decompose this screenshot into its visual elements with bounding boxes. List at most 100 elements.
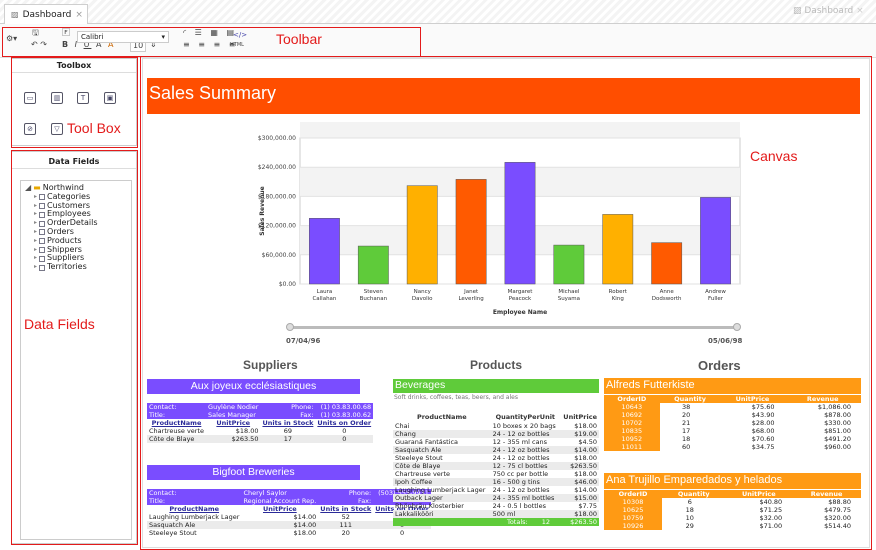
y-tick-label: $240,000.00 [258, 164, 296, 171]
supplier-fax-label: Fax: [358, 497, 372, 505]
table-cell: 10308 [604, 498, 663, 506]
table-cell: $15.00 [574, 494, 597, 502]
bar[interactable] [406, 185, 438, 285]
customer-name: Alfreds Futterkiste [604, 378, 861, 394]
column-header: ProductName [169, 505, 220, 513]
column-header: UnitPrice [216, 419, 251, 427]
products-table: ProductName QuantityPerUnit UnitPrice Chai 1… [393, 412, 599, 526]
bar[interactable] [553, 244, 585, 285]
close-icon[interactable]: × [75, 10, 83, 20]
toolbox-annotation: Tool Box [67, 120, 121, 136]
x-tick-label: Andrew [705, 289, 726, 295]
supplier-contact-label: Contact: [149, 403, 177, 411]
table-cell: $263.50 [231, 435, 259, 443]
table-row: Steeleye Stout $18.00 20 0 [147, 529, 431, 537]
column-header: UnitPrice [563, 413, 597, 421]
bar[interactable] [357, 245, 389, 285]
table-cell: $14.00 [293, 513, 317, 521]
toolbar-highlight [2, 27, 421, 57]
x-tick-label: Laura [317, 289, 333, 295]
x-tick-label: Dodsworth [652, 296, 682, 302]
table-cell: 17 [681, 427, 691, 435]
supplier-name: Bigfoot Breweries [147, 465, 360, 480]
column-header: Revenue [806, 395, 839, 403]
table-cell: Côte de Blaye [149, 435, 195, 443]
table-cell: 0 [342, 435, 347, 443]
column-header: UnitPrice [735, 395, 770, 403]
table-cell: $960.00 [824, 443, 851, 451]
tab-ghost: ▨ Dashboard × [793, 6, 864, 16]
datafields-annotation: Data Fields [24, 316, 95, 332]
products-title: Products [470, 358, 523, 372]
x-tick-label: Suyama [558, 296, 580, 302]
x-tick-label: Peacock [509, 296, 532, 302]
table-cell: $479.75 [824, 506, 851, 514]
bar[interactable] [504, 162, 536, 285]
table-cell: 17 [283, 435, 293, 443]
range-start-label: 07/04/96 [286, 337, 321, 345]
bar[interactable] [309, 218, 340, 285]
column-header: Units on Order [317, 419, 372, 427]
table-cell: 10702 [604, 419, 660, 427]
table-cell: $878.00 [824, 411, 851, 419]
table-cell: Laughing Lumberjack Lager [149, 513, 240, 521]
table-cell: $18.00 [574, 422, 597, 430]
table-row: Guaraná Fantástica 12 - 355 ml cans $4.50 [393, 438, 599, 446]
table-row: 11011 60 $34.75 $960.00 [604, 443, 861, 451]
table-cell: $7.75 [578, 502, 597, 510]
column-header: Quantity [674, 395, 707, 403]
table-cell: 52 [341, 513, 350, 521]
table-cell: Guaraná Fantástica [395, 438, 459, 446]
supplier-contact: Guylène Nodier [208, 403, 259, 411]
bar[interactable] [651, 242, 683, 285]
bar[interactable] [602, 214, 634, 285]
supplier-table: Contact: Cheryl Saylor Phone: (503) 555-993… [147, 489, 431, 537]
column-header: OrderID [617, 395, 647, 403]
x-tick-label: Margaret [508, 289, 534, 295]
tab-dashboard[interactable]: ▨ Dashboard × [4, 4, 88, 24]
column-header: QuantityPerUnit [495, 413, 556, 421]
table-cell: 10759 [604, 514, 663, 522]
x-tick-label: King [612, 296, 624, 302]
y-tick-label: $300,000.00 [258, 135, 296, 142]
table-row: Lakkalikööri 500 ml $18.00 [393, 510, 599, 518]
table-cell: Laughing Lumberjack Lager [395, 486, 486, 494]
range-handle-start[interactable] [286, 323, 294, 331]
table-cell: 18 [685, 506, 694, 514]
table-cell: $34.75 [751, 443, 775, 451]
table-cell: 24 - 12 oz bottles [492, 430, 550, 438]
table-cell: 12 - 75 cl bottles [492, 462, 548, 470]
range-handle-end[interactable] [733, 323, 741, 331]
table-row: Ipoh Coffee 16 - 500 g tins $46.00 [393, 478, 599, 486]
column-header: UnitPrice [741, 490, 776, 498]
x-tick-label: Buchanan [360, 296, 388, 302]
bar[interactable] [700, 197, 731, 285]
table-cell: $19.00 [574, 430, 597, 438]
totals-label: Totals: [506, 518, 528, 526]
supplier-title: Regional Account Rep. [243, 497, 317, 505]
table-row: Sasquatch Ale $14.00 111 0 [147, 521, 431, 529]
table-cell: 24 - 12 oz bottles [492, 486, 550, 494]
table-cell: $18.00 [574, 510, 597, 518]
table-cell: 21 [681, 419, 691, 427]
totals-cell: Totals: 12 [491, 518, 560, 526]
table-cell: $514.40 [824, 522, 851, 530]
orders-table: OrderID Quantity UnitPrice Revenue 10643 38 $7… [604, 395, 861, 451]
table-cell: Chang [395, 430, 416, 438]
table-row: Outback Lager 24 - 355 ml bottles $15.00 [393, 494, 599, 502]
date-range-slider[interactable] [290, 326, 736, 329]
table-row: Steeleye Stout 24 - 12 oz bottles $18.00 [393, 454, 599, 462]
table-cell: $14.00 [574, 446, 597, 454]
column-header: UnitPrice [263, 505, 297, 513]
table-row: 10308 6 $40.80 $88.80 [604, 498, 861, 506]
table-cell: $68.00 [751, 427, 775, 435]
suppliers-title: Suppliers [243, 358, 298, 372]
x-tick-label: Janet [463, 289, 479, 295]
bar[interactable] [455, 179, 487, 285]
table-row: 10625 18 $71.25 $479.75 [604, 506, 861, 514]
table-cell: 24 - 0.5 l bottles [492, 502, 546, 510]
table-row: Chartreuse verte $18.00 69 0 [147, 427, 373, 435]
table-cell: $14.00 [293, 521, 317, 529]
table-cell: $43.90 [751, 411, 775, 419]
table-row: Chang 24 - 12 oz bottles $19.00 [393, 430, 599, 438]
